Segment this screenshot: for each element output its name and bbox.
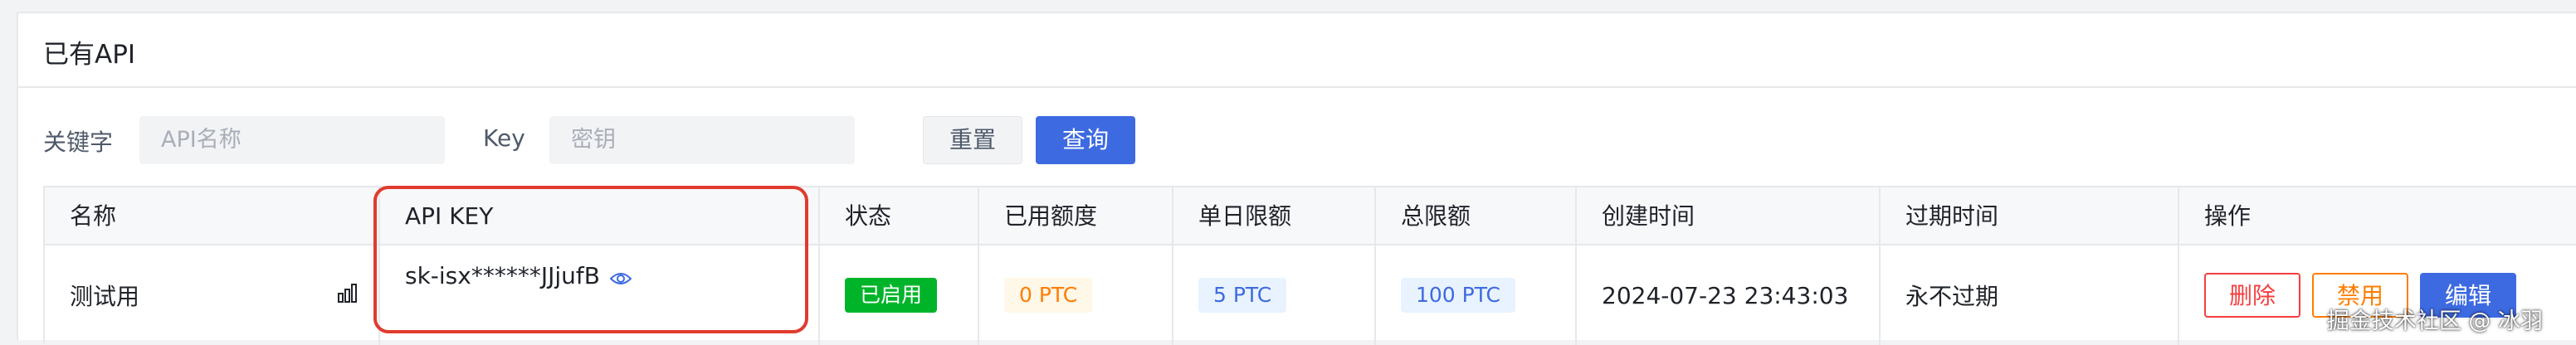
- col-header-daily-limit: 单日限额: [1173, 187, 1376, 245]
- api-key-highlight-box: [373, 186, 808, 333]
- cell-daily-limit: 5 PTC: [1173, 245, 1376, 345]
- keyword-input[interactable]: API名称: [139, 116, 445, 164]
- status-badge: 已启用: [845, 278, 938, 313]
- used-quota-badge: 0 PTC: [1004, 278, 1093, 313]
- col-header-created-at: 创建时间: [1577, 187, 1881, 245]
- cell-expires: 永不过期: [1881, 245, 2179, 345]
- col-header-expires: 过期时间: [1881, 187, 2179, 245]
- query-button[interactable]: 查询: [1036, 116, 1135, 164]
- expires-value: 永不过期: [1905, 283, 1999, 310]
- api-name: 测试用: [70, 283, 140, 310]
- col-header-total-limit: 总限额: [1376, 187, 1577, 245]
- col-header-name: 名称: [45, 187, 380, 245]
- daily-limit-badge: 5 PTC: [1198, 278, 1287, 313]
- reset-button[interactable]: 重置: [923, 116, 1022, 164]
- cell-total-limit: 100 PTC: [1376, 245, 1577, 345]
- delete-button[interactable]: 删除: [2204, 273, 2301, 318]
- cell-status: 已启用: [820, 245, 979, 345]
- card-title: 已有API: [43, 40, 136, 70]
- col-header-status: 状态: [820, 187, 979, 245]
- col-header-used: 已用额度: [979, 187, 1173, 245]
- created-at-value: 2024-07-23 23:43:03: [1602, 281, 1849, 309]
- cell-name: 测试用: [45, 245, 380, 345]
- keyword-label: 关键字: [43, 129, 114, 156]
- key-label: Key: [483, 124, 525, 152]
- key-input[interactable]: 密钥: [549, 116, 855, 164]
- total-limit-badge: 100 PTC: [1401, 278, 1516, 313]
- cell-used: 0 PTC: [979, 245, 1173, 345]
- col-header-actions: 操作: [2204, 202, 2252, 230]
- watermark: 掘金技术社区 @ 冰羽: [2326, 309, 2543, 334]
- cell-created-at: 2024-07-23 23:43:03: [1577, 245, 1881, 345]
- stats-icon[interactable]: [337, 282, 359, 309]
- card-header: 已有API: [18, 13, 2576, 88]
